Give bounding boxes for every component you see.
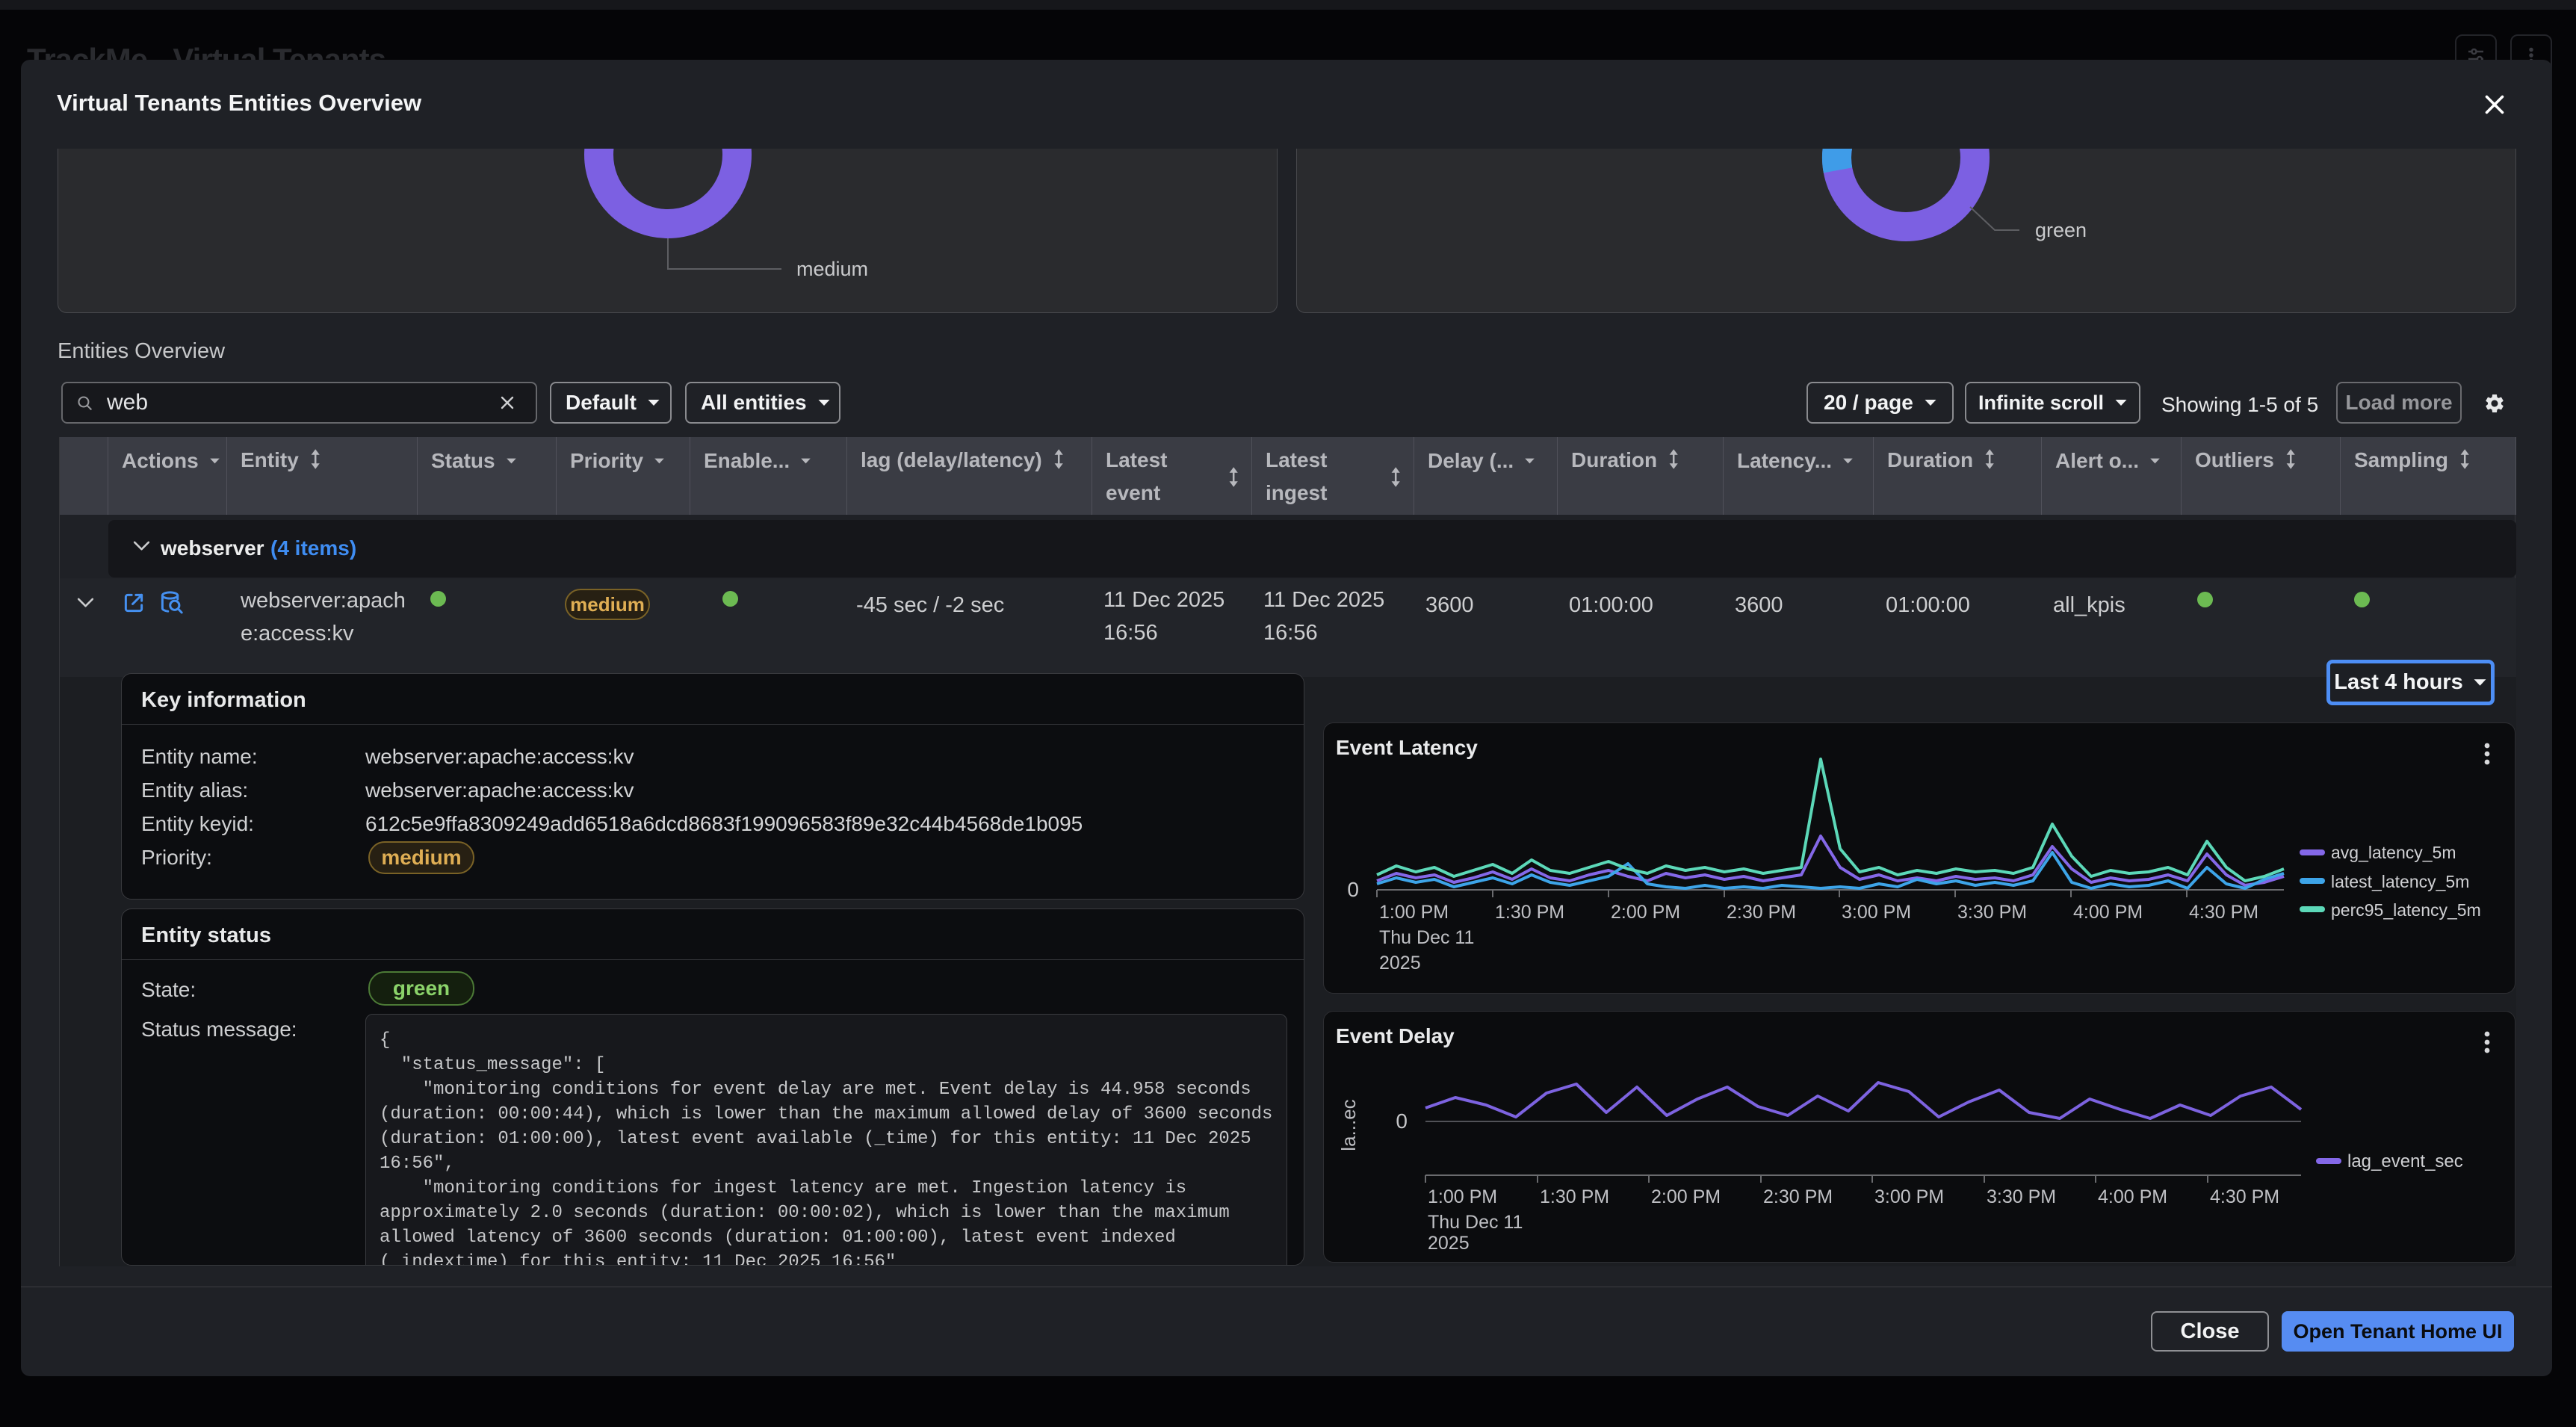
svg-text:2025: 2025 <box>1379 953 1421 973</box>
svg-text:3:00 PM: 3:00 PM <box>1874 1186 1944 1207</box>
svg-text:4:00 PM: 4:00 PM <box>2073 902 2143 923</box>
svg-text:Thu Dec 11: Thu Dec 11 <box>1428 1212 1523 1233</box>
svg-text:2:00 PM: 2:00 PM <box>1611 902 1680 923</box>
svg-text:1:00 PM: 1:00 PM <box>1428 1186 1497 1207</box>
svg-text:1:30 PM: 1:30 PM <box>1540 1186 1609 1207</box>
svg-text:medium: medium <box>796 258 868 280</box>
svg-text:Event Latency: Event Latency <box>1336 736 1478 759</box>
svg-text:1:30 PM: 1:30 PM <box>1495 902 1564 923</box>
svg-text:3:00 PM: 3:00 PM <box>1842 902 1911 923</box>
svg-text:Event Delay: Event Delay <box>1336 1024 1455 1047</box>
svg-text:3:30 PM: 3:30 PM <box>1957 902 2027 923</box>
svg-text:Thu Dec 11: Thu Dec 11 <box>1379 927 1474 948</box>
svg-text:2:30 PM: 2:30 PM <box>1763 1186 1833 1207</box>
svg-text:3:30 PM: 3:30 PM <box>1987 1186 2056 1207</box>
svg-text:perc95_latency_5m: perc95_latency_5m <box>2331 900 2481 920</box>
svg-text:latest_latency_5m: latest_latency_5m <box>2331 872 2469 891</box>
svg-text:4:30 PM: 4:30 PM <box>2210 1186 2279 1207</box>
svg-text:2:00 PM: 2:00 PM <box>1651 1186 1721 1207</box>
svg-text:la...ec: la...ec <box>1337 1099 1360 1151</box>
svg-text:0: 0 <box>1347 878 1359 901</box>
svg-text:2025: 2025 <box>1428 1233 1470 1254</box>
svg-text:4:00 PM: 4:00 PM <box>2098 1186 2167 1207</box>
svg-text:0: 0 <box>1396 1109 1408 1133</box>
svg-text:4:30 PM: 4:30 PM <box>2189 902 2258 923</box>
svg-text:2:30 PM: 2:30 PM <box>1727 902 1796 923</box>
svg-text:1:00 PM: 1:00 PM <box>1379 902 1449 923</box>
svg-text:avg_latency_5m: avg_latency_5m <box>2331 843 2456 862</box>
svg-text:green: green <box>2035 219 2087 241</box>
svg-text:lag_event_sec: lag_event_sec <box>2347 1151 2463 1171</box>
